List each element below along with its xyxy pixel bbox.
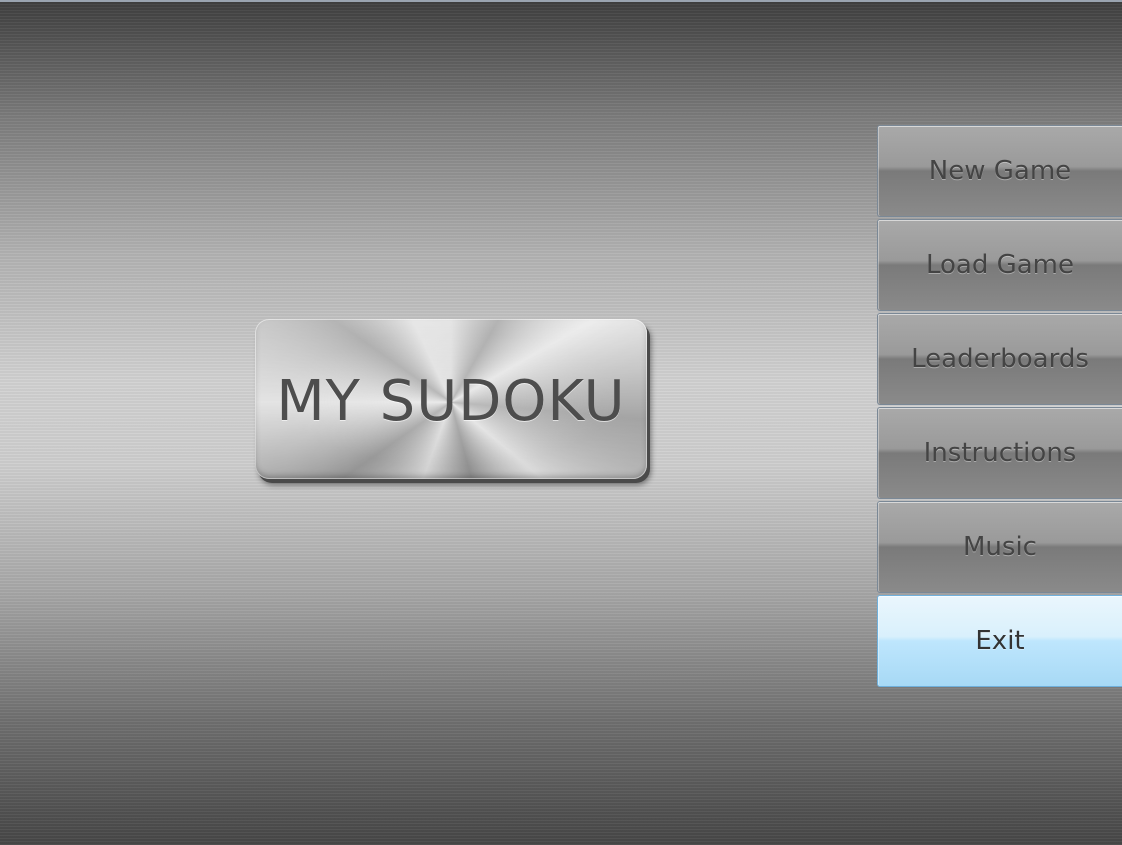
load-game-label: Load Game [925,250,1075,280]
instructions-label: Instructions [923,438,1077,468]
load-game-button[interactable]: Load Game [877,219,1122,311]
music-button[interactable]: Music [877,501,1122,593]
new-game-label: New Game [928,156,1072,186]
leaderboards-button[interactable]: Leaderboards [877,313,1122,405]
game-logo: MY SUDOKU [255,319,647,479]
exit-button[interactable]: Exit [877,595,1122,687]
exit-label: Exit [975,626,1025,656]
new-game-button[interactable]: New Game [877,125,1122,217]
window-top-edge [0,0,1122,2]
music-label: Music [963,532,1037,562]
leaderboards-label: Leaderboards [911,344,1089,374]
instructions-button[interactable]: Instructions [877,407,1122,499]
main-menu: New Game Load Game Leaderboards Instruct… [877,125,1122,689]
logo-title: MY SUDOKU [276,368,626,434]
